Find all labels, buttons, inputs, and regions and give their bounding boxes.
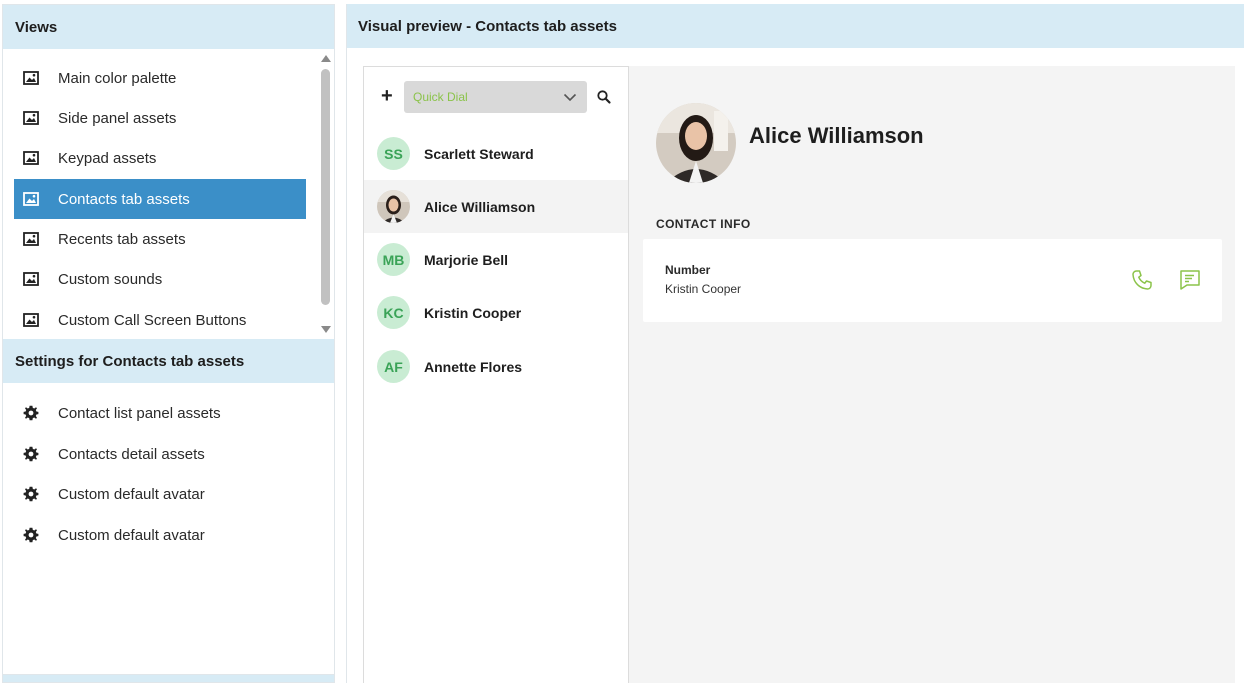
scroll-down-arrow-icon[interactable]: [321, 326, 331, 333]
setting-item-custom-default-avatar-2[interactable]: Custom default avatar: [14, 515, 306, 555]
setting-item-label: Contact list panel assets: [58, 404, 221, 422]
left-footer-bar: [3, 674, 334, 682]
contact-name: Annette Flores: [424, 358, 523, 375]
gear-icon: [23, 405, 39, 421]
views-scrollbar[interactable]: [319, 53, 332, 335]
contact-name: Alice Williamson: [424, 198, 536, 215]
contact-detail-pane: Alice Williamson CONTACT INFO Number Kri…: [629, 66, 1235, 683]
contact-name: Kristin Cooper: [424, 304, 522, 321]
image-icon: [23, 71, 39, 85]
initials-avatar: SS: [377, 137, 410, 170]
contact-row-kristin-cooper[interactable]: KC Kristin Cooper: [364, 286, 628, 339]
contacts-toolbar: + Quick Dial: [364, 81, 630, 113]
view-item-label: Custom sounds: [58, 270, 163, 288]
image-icon: [23, 272, 39, 286]
view-item-recents-tab-assets[interactable]: Recents tab assets: [14, 219, 306, 259]
number-value: Kristin Cooper: [665, 282, 742, 296]
view-item-label: Contacts tab assets: [58, 190, 190, 208]
contacts-list-pane: + Quick Dial SS Scarlett Steward Alice W…: [363, 66, 629, 683]
views-list: Main color palette Side panel assets Key…: [3, 49, 334, 339]
initials-avatar: AF: [377, 350, 410, 383]
image-icon: [23, 232, 39, 246]
initials-avatar: MB: [377, 243, 410, 276]
left-panel: Views Main color palette Side panel asse…: [2, 4, 335, 683]
contact-name: Scarlett Steward: [424, 145, 534, 162]
phone-icon[interactable]: [1130, 268, 1154, 292]
view-item-label: Side panel assets: [58, 109, 177, 127]
view-item-custom-sounds[interactable]: Custom sounds: [14, 259, 306, 299]
contact-row-alice-williamson[interactable]: Alice Williamson: [364, 180, 628, 233]
add-contact-button[interactable]: +: [381, 85, 393, 107]
scroll-up-arrow-icon[interactable]: [321, 55, 331, 62]
preview-header: Visual preview - Contacts tab assets: [347, 4, 1244, 48]
view-item-custom-call-screen-buttons[interactable]: Custom Call Screen Buttons: [14, 300, 306, 340]
contact-detail-name: Alice Williamson: [749, 123, 924, 148]
setting-item-contacts-detail-assets[interactable]: Contacts detail assets: [14, 434, 306, 474]
message-icon[interactable]: [1178, 268, 1202, 292]
right-panel: Visual preview - Contacts tab assets + Q…: [346, 4, 1244, 683]
setting-item-label: Custom default avatar: [58, 526, 205, 544]
number-label: Number: [665, 263, 711, 277]
scroll-thumb[interactable]: [321, 69, 330, 305]
view-item-label: Main color palette: [58, 69, 177, 87]
quick-dial-label: Quick Dial: [413, 90, 468, 104]
quick-dial-dropdown[interactable]: Quick Dial: [404, 81, 587, 113]
gear-icon: [23, 527, 39, 543]
contact-row-annette-flores[interactable]: AF Annette Flores: [364, 340, 628, 393]
image-icon: [23, 192, 39, 206]
view-item-keypad-assets[interactable]: Keypad assets: [14, 138, 306, 178]
view-item-label: Recents tab assets: [58, 230, 186, 248]
image-icon: [23, 151, 39, 165]
gear-icon: [23, 486, 39, 502]
setting-item-label: Contacts detail assets: [58, 445, 205, 463]
setting-item-contact-list-panel-assets[interactable]: Contact list panel assets: [14, 393, 306, 433]
visual-preview: + Quick Dial SS Scarlett Steward Alice W…: [363, 66, 1235, 683]
contact-info-label: CONTACT INFO: [656, 217, 751, 231]
setting-item-custom-default-avatar[interactable]: Custom default avatar: [14, 474, 306, 514]
contact-row-scarlett-steward[interactable]: SS Scarlett Steward: [364, 127, 628, 180]
image-icon: [23, 313, 39, 327]
contact-info-card: Number Kristin Cooper: [643, 239, 1222, 322]
view-item-side-panel-assets[interactable]: Side panel assets: [14, 98, 306, 138]
contact-name: Marjorie Bell: [424, 251, 509, 268]
initials-avatar: KC: [377, 296, 410, 329]
contact-row-marjorie-bell[interactable]: MB Marjorie Bell: [364, 233, 628, 286]
view-item-label: Custom Call Screen Buttons: [58, 311, 247, 329]
view-item-contacts-tab-assets[interactable]: Contacts tab assets: [14, 179, 306, 219]
views-header: Views: [3, 5, 334, 49]
chevron-down-icon: [563, 90, 577, 107]
avatar: [377, 190, 410, 223]
view-item-main-color-palette[interactable]: Main color palette: [14, 58, 306, 98]
gear-icon: [23, 446, 39, 462]
search-icon[interactable]: [596, 89, 612, 105]
settings-list: Contact list panel assets Contacts detai…: [3, 383, 334, 683]
settings-header: Settings for Contacts tab assets: [3, 339, 334, 383]
contact-photo: [656, 103, 736, 183]
setting-item-label: Custom default avatar: [58, 485, 205, 503]
image-icon: [23, 111, 39, 125]
view-item-label: Keypad assets: [58, 149, 157, 167]
